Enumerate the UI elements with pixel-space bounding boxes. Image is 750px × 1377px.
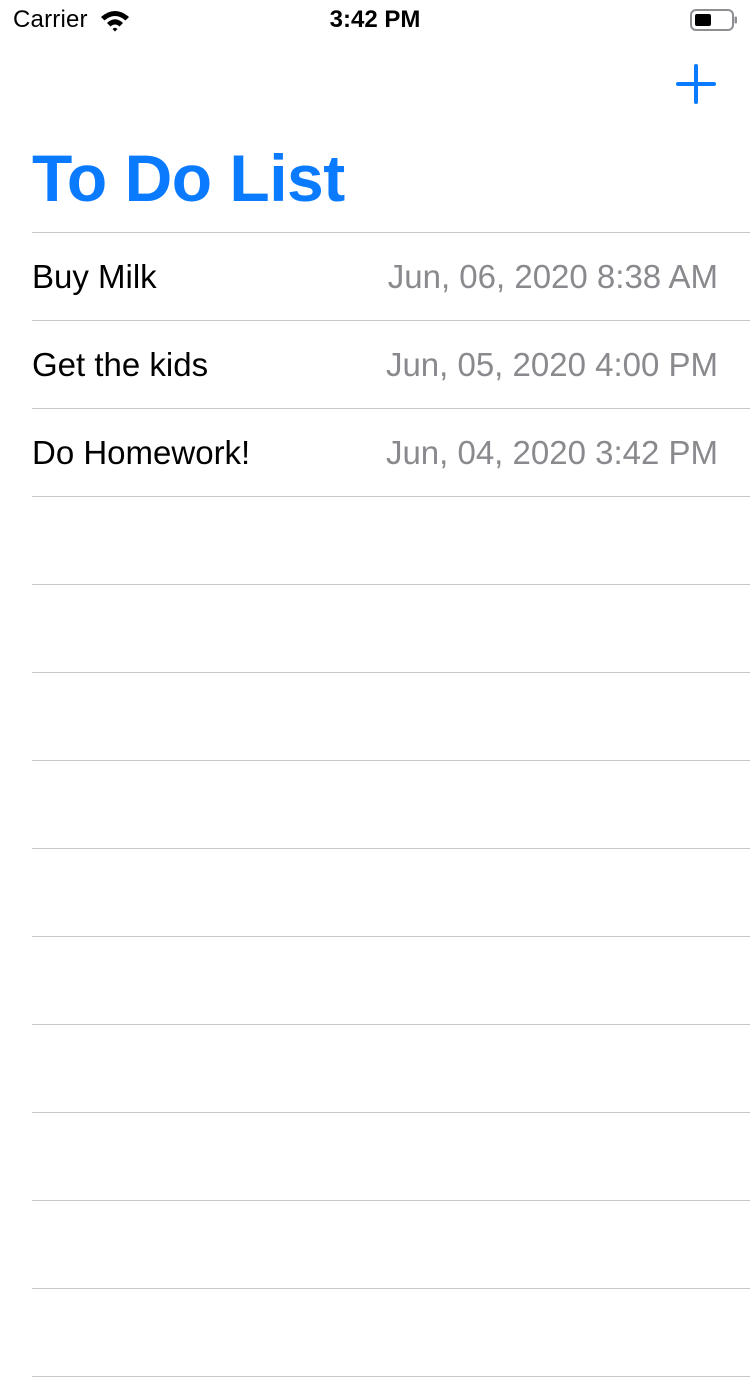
todo-date: Jun, 04, 2020 3:42 PM: [385, 433, 718, 471]
empty-row: [32, 937, 750, 1025]
todo-date: Jun, 06, 2020 8:38 AM: [387, 257, 718, 295]
empty-row: [32, 1113, 750, 1201]
status-bar: Carrier 3:42 PM: [0, 0, 750, 40]
todo-title: Do Homework!: [32, 433, 251, 471]
empty-row: [32, 761, 750, 849]
add-button[interactable]: [672, 60, 720, 108]
todo-row[interactable]: Get the kids Jun, 05, 2020 4:00 PM: [32, 321, 750, 409]
todo-title: Get the kids: [32, 345, 209, 383]
page-title: To Do List: [32, 141, 345, 215]
empty-row: [32, 1289, 750, 1377]
todo-date: Jun, 05, 2020 4:00 PM: [385, 345, 718, 383]
empty-row: [32, 849, 750, 937]
empty-row: [32, 673, 750, 761]
battery-icon: [690, 9, 737, 31]
todo-title: Buy Milk: [32, 257, 157, 295]
status-time: 3:42 PM: [329, 6, 421, 33]
todo-row[interactable]: Do Homework! Jun, 04, 2020 3:42 PM: [32, 409, 750, 497]
plus-icon: [676, 64, 716, 104]
empty-row: [32, 497, 750, 585]
empty-row: [32, 585, 750, 673]
todo-row[interactable]: Buy Milk Jun, 06, 2020 8:38 AM: [32, 233, 750, 321]
empty-row: [32, 1201, 750, 1289]
empty-row: [32, 1025, 750, 1113]
todo-list: Buy Milk Jun, 06, 2020 8:38 AM Get the k…: [32, 232, 750, 1377]
